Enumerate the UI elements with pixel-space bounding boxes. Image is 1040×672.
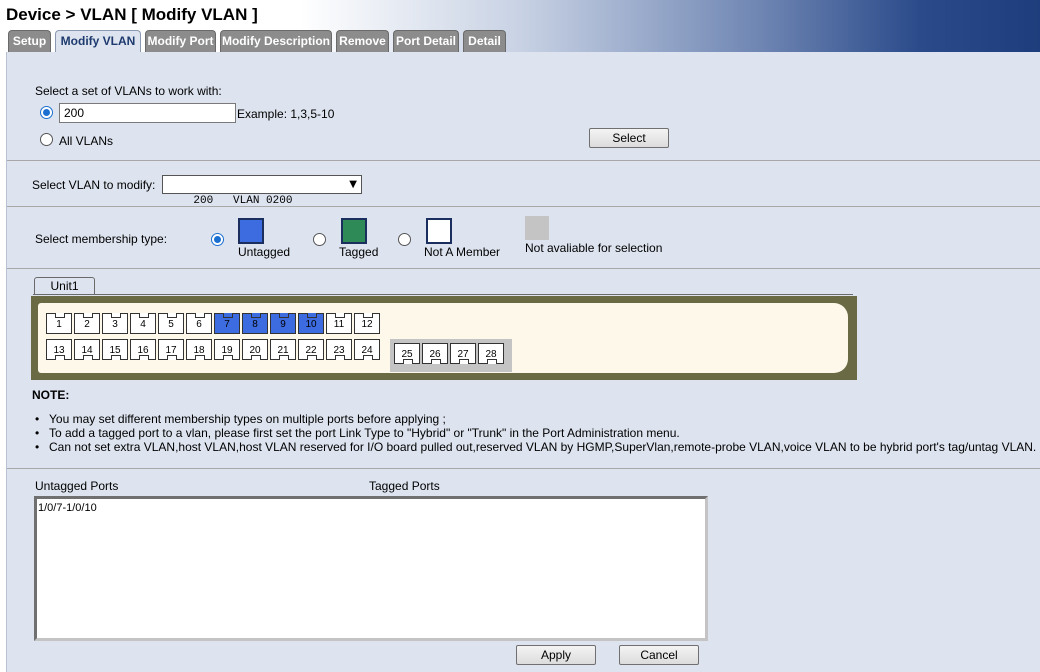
port-14[interactable]: 14 (74, 339, 100, 360)
port-28[interactable]: 28 (478, 343, 504, 364)
port-1[interactable]: 1 (46, 313, 72, 334)
port-11[interactable]: 11 (326, 313, 352, 334)
untagged-ports-value: 1/0/7-1/0/10 (38, 502, 97, 514)
all-vlans-label: All VLANs (59, 134, 114, 148)
port-3[interactable]: 3 (102, 313, 128, 334)
content-panel: Select a set of VLANs to work with: Exam… (6, 52, 1040, 672)
port-16[interactable]: 16 (130, 339, 156, 360)
all-vlans-radio[interactable] (40, 133, 53, 146)
note-heading: NOTE: (32, 388, 70, 402)
vlan-modify-label: Select VLAN to modify: (32, 178, 156, 192)
vlan-set-example: Example: 1,3,5-10 (237, 107, 335, 121)
vlan-modify-select[interactable]: 200 VLAN 0200 ▼ (162, 175, 362, 207)
switch-faceplate: 1 2 3 4 5 6 7 8 9 10 11 12 13 14 15 16 17 18 19 20 21 22 23 24 2… (31, 296, 857, 380)
port-15[interactable]: 15 (102, 339, 128, 360)
cancel-button[interactable]: Cancel (619, 645, 699, 665)
port-21[interactable]: 21 (270, 339, 296, 360)
tagged-radio[interactable] (313, 233, 326, 246)
divider (7, 160, 1040, 161)
port-8[interactable]: 8 (242, 313, 268, 334)
port-10[interactable]: 10 (298, 313, 324, 334)
unit-tab-underline (33, 294, 853, 295)
not-member-radio[interactable] (398, 233, 411, 246)
unit-tab[interactable]: Unit1 (34, 277, 95, 295)
tab-port-detail[interactable]: Port Detail (393, 30, 459, 52)
tagged-swatch (341, 218, 367, 244)
port-18[interactable]: 18 (186, 339, 212, 360)
vlan-set-input[interactable] (59, 103, 236, 123)
vlan-set-radio[interactable] (40, 106, 53, 119)
tab-remove[interactable]: Remove (336, 30, 389, 52)
untagged-ports-header: Untagged Ports (35, 479, 119, 493)
tagged-ports-header: Tagged Ports (369, 479, 440, 493)
divider (7, 206, 1040, 207)
vlan-set-prompt: Select a set of VLANs to work with: (35, 84, 222, 98)
not-member-swatch (426, 218, 452, 244)
ports-summary-box[interactable]: 1/0/7-1/0/10 (34, 496, 708, 641)
divider (7, 268, 1040, 269)
port-23[interactable]: 23 (326, 339, 352, 360)
port-2[interactable]: 2 (74, 313, 100, 334)
untagged-radio[interactable] (211, 233, 224, 246)
tab-modify-port[interactable]: Modify Port (145, 30, 216, 52)
port-22[interactable]: 22 (298, 339, 324, 360)
port-27[interactable]: 27 (450, 343, 476, 364)
port-25[interactable]: 25 (394, 343, 420, 364)
port-13[interactable]: 13 (46, 339, 72, 360)
port-12[interactable]: 12 (354, 313, 380, 334)
not-available-label: Not avaliable for selection (525, 241, 663, 255)
port-26[interactable]: 26 (422, 343, 448, 364)
note-item: To add a tagged port to a vlan, please f… (35, 426, 1036, 440)
port-9[interactable]: 9 (270, 313, 296, 334)
note-list: You may set different membership types o… (35, 412, 1036, 454)
membership-label: Select membership type: (35, 232, 168, 246)
apply-button[interactable]: Apply (516, 645, 596, 665)
tab-modify-vlan[interactable]: Modify VLAN (55, 30, 141, 53)
page-title: Device > VLAN [ Modify VLAN ] (6, 5, 258, 24)
port-7[interactable]: 7 (214, 313, 240, 334)
chevron-down-icon: ▼ (349, 179, 357, 190)
header-bar: Device > VLAN [ Modify VLAN ] Setup Modi… (0, 0, 1040, 53)
note-item: Can not set extra VLAN,host VLAN,host VL… (35, 440, 1036, 454)
not-available-swatch (525, 216, 549, 240)
tab-detail[interactable]: Detail (463, 30, 506, 52)
switch-port-area: 1 2 3 4 5 6 7 8 9 10 11 12 13 14 15 16 17 18 19 20 21 22 23 24 2… (38, 303, 848, 373)
tab-modify-description[interactable]: Modify Description (220, 30, 332, 52)
not-member-label: Not A Member (424, 245, 501, 259)
tab-setup[interactable]: Setup (8, 30, 51, 52)
note-item: You may set different membership types o… (35, 412, 1036, 426)
port-4[interactable]: 4 (130, 313, 156, 334)
untagged-swatch (238, 218, 264, 244)
tagged-label: Tagged (339, 245, 379, 259)
divider (7, 468, 1040, 469)
port-20[interactable]: 20 (242, 339, 268, 360)
port-17[interactable]: 17 (158, 339, 184, 360)
untagged-label: Untagged (238, 245, 291, 259)
select-button[interactable]: Select (589, 128, 669, 148)
port-19[interactable]: 19 (214, 339, 240, 360)
port-24[interactable]: 24 (354, 339, 380, 360)
port-6[interactable]: 6 (186, 313, 212, 334)
port-5[interactable]: 5 (158, 313, 184, 334)
